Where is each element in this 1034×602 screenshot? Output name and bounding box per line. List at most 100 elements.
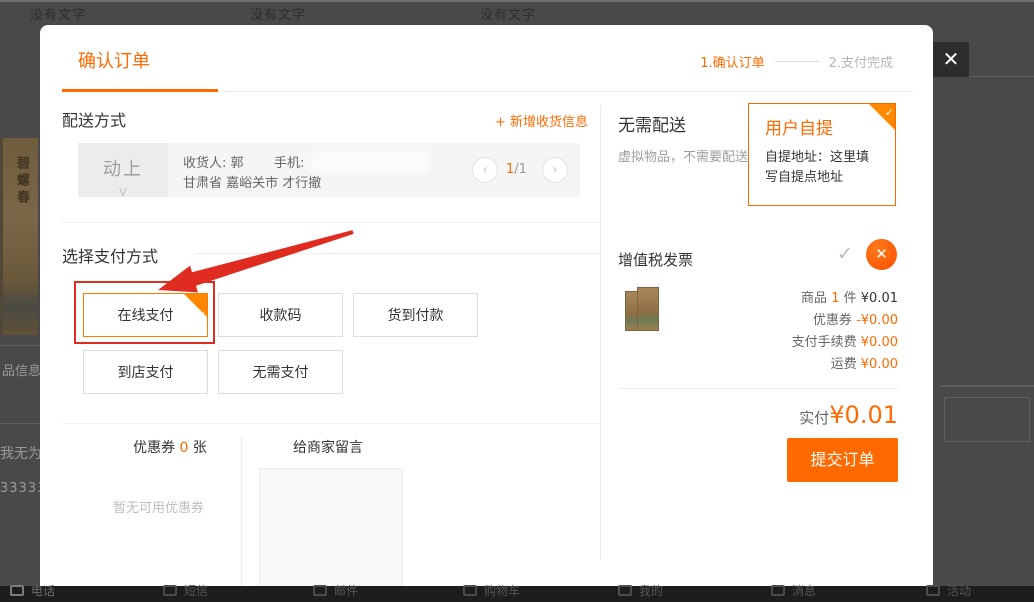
toolbar-item-messages[interactable]: 消息 xyxy=(771,582,816,599)
column-divider xyxy=(241,437,242,586)
prev-address-button[interactable]: ‹ xyxy=(472,157,498,183)
modal-title: 确认订单 xyxy=(78,47,150,73)
payment-method-qrcode[interactable]: 收款码 xyxy=(218,293,343,337)
receiver-name: 收货人: 郭 xyxy=(183,152,244,171)
coupon-unit: 张 xyxy=(193,440,207,456)
background-tab-3: 没有文字 xyxy=(480,4,536,23)
phone-number-blurred xyxy=(313,153,428,171)
item-label: 商品 xyxy=(801,291,827,306)
no-delivery-option[interactable]: 无需配送 虚拟物品，不需要配送 xyxy=(618,111,748,168)
payment-header-line xyxy=(195,253,600,254)
step-payment-complete: 2.支付完成 xyxy=(829,52,893,71)
express-type-label: 动上 xyxy=(78,155,168,181)
toolbar-item-cart[interactable]: 购物车 xyxy=(463,582,520,599)
summary-coupon-row: 优惠券 -¥0.00 xyxy=(618,310,898,332)
toolbar-item-sms[interactable]: 短信 xyxy=(163,582,208,599)
shipping-value: ¥0.00 xyxy=(861,357,898,372)
pagination-total: /1 xyxy=(514,162,527,177)
background-top-line xyxy=(0,0,1034,2)
delivery-section-title: 配送方式 xyxy=(62,107,126,131)
item-count: 1 xyxy=(831,291,839,306)
self-pickup-option[interactable]: 用户自提 自提地址：这里填写自提点地址 ✓ xyxy=(748,103,896,206)
step-connector xyxy=(775,61,819,62)
background-input-box xyxy=(944,397,1030,442)
toolbar-item-mine[interactable]: 我的 xyxy=(618,582,663,599)
self-pickup-title: 用户自提 xyxy=(765,114,833,139)
check-icon: ✓ xyxy=(198,295,206,337)
invoice-accept-toggle[interactable]: ✓ xyxy=(837,243,853,265)
section-divider xyxy=(62,222,600,223)
next-address-button[interactable]: › xyxy=(542,157,568,183)
mail-icon xyxy=(313,585,327,596)
toolbar-label: 短信 xyxy=(184,582,208,599)
coupon-title: 优惠券 0 张 xyxy=(100,437,240,457)
toolbar-item-activity[interactable]: 活动 xyxy=(926,582,971,599)
coupon-count: 0 xyxy=(180,440,189,456)
mine-icon xyxy=(618,585,632,596)
express-type-selector[interactable]: 动上 ᐯ xyxy=(78,143,168,197)
bell-icon xyxy=(771,585,785,596)
background-tab-1: 没有文字 xyxy=(30,4,86,23)
active-tab-indicator xyxy=(62,89,218,92)
payment-method-label: 在线支付 xyxy=(118,307,174,323)
main-column-divider xyxy=(600,105,601,560)
fee-value: ¥0.00 xyxy=(861,335,898,350)
product-image-label: 碧螺春 xyxy=(12,156,31,207)
cart-icon xyxy=(463,585,477,596)
coupon-label: 优惠券 xyxy=(133,440,175,456)
shipping-label: 运费 xyxy=(831,357,857,372)
payment-method-cod[interactable]: 货到付款 xyxy=(353,293,478,337)
chevron-down-icon: ᐯ xyxy=(78,186,168,199)
background-divider xyxy=(940,385,1034,387)
sms-icon xyxy=(163,585,177,596)
payment-method-label: 到店支付 xyxy=(118,364,174,380)
submit-order-button[interactable]: 提交订单 xyxy=(787,438,898,482)
background-divider xyxy=(968,76,1034,77)
payment-method-online[interactable]: 在线支付 ✓ xyxy=(83,293,208,337)
address-pagination: 1/1 xyxy=(506,162,527,177)
payment-section-title: 选择支付方式 xyxy=(62,243,158,267)
summary-shipping-row: 运费 ¥0.00 xyxy=(618,354,898,376)
close-icon[interactable]: ✕ xyxy=(933,42,969,77)
payment-method-none[interactable]: 无需支付 xyxy=(218,350,343,394)
self-pickup-desc: 自提地址：这里填写自提点地址 xyxy=(765,148,879,187)
screen: 没有文字 没有文字 没有文字 碧螺春 品信息 我无为 33333333 确认订单… xyxy=(0,0,1034,602)
merchant-message-title: 给商家留言 xyxy=(293,437,363,457)
checkout-steps: 1.确认订单 2.支付完成 xyxy=(700,52,893,71)
check-icon: ✓ xyxy=(885,106,894,119)
no-delivery-title: 无需配送 xyxy=(618,116,686,136)
merchant-message-input[interactable] xyxy=(259,468,403,586)
confirm-order-modal: 确认订单 1.确认订单 2.支付完成 配送方式 + 新增收货信息 动上 ᐯ 收货… xyxy=(40,25,933,586)
coupon-row-label: 优惠券 xyxy=(813,313,852,328)
address-card[interactable]: 动上 ᐯ 收货人: 郭 手机: 甘肃省 嘉峪关市 才行撤 ‹ 1/1 › xyxy=(78,143,580,197)
toolbar-item-phone[interactable]: 电话 xyxy=(10,582,55,599)
product-image: 碧螺春 xyxy=(1,138,38,335)
toolbar-label: 电话 xyxy=(31,582,55,599)
section-divider xyxy=(62,423,600,424)
payment-method-instore[interactable]: 到店支付 xyxy=(83,350,208,394)
add-address-link[interactable]: + 新增收货信息 xyxy=(495,111,588,130)
step-confirm-order: 1.确认订单 xyxy=(700,52,764,71)
toolbar-label: 购物车 xyxy=(484,582,520,599)
payment-method-label: 收款码 xyxy=(260,307,302,323)
selected-check-badge: ✓ xyxy=(184,294,207,317)
payment-method-label: 货到付款 xyxy=(388,307,444,323)
summary-item-row: 商品 1 件 ¥0.01 xyxy=(618,288,898,310)
background-divider xyxy=(0,423,40,424)
total-value: ¥0.01 xyxy=(829,401,898,429)
price-summary: 商品 1 件 ¥0.01 优惠券 -¥0.00 支付手续费 ¥0.00 运费 ¥… xyxy=(618,288,898,376)
toolbar-label: 我的 xyxy=(639,582,663,599)
summary-divider xyxy=(618,388,898,389)
background-tab-2: 没有文字 xyxy=(250,4,306,23)
toolbar-item-mail[interactable]: 邮件 xyxy=(313,582,358,599)
item-unit: 件 xyxy=(844,291,857,306)
no-delivery-desc: 虚拟物品，不需要配送 xyxy=(618,148,748,168)
toolbar-label: 邮件 xyxy=(334,582,358,599)
background-text-line: 我无为 xyxy=(0,443,42,463)
selected-check-badge: ✓ xyxy=(869,104,895,130)
coupon-row-value: -¥0.00 xyxy=(856,313,898,328)
invoice-decline-toggle[interactable]: ✕ xyxy=(866,239,897,270)
summary-fee-row: 支付手续费 ¥0.00 xyxy=(618,332,898,354)
phone-label: 手机: xyxy=(274,152,304,171)
no-coupon-text: 暂无可用优惠券 xyxy=(113,497,204,516)
